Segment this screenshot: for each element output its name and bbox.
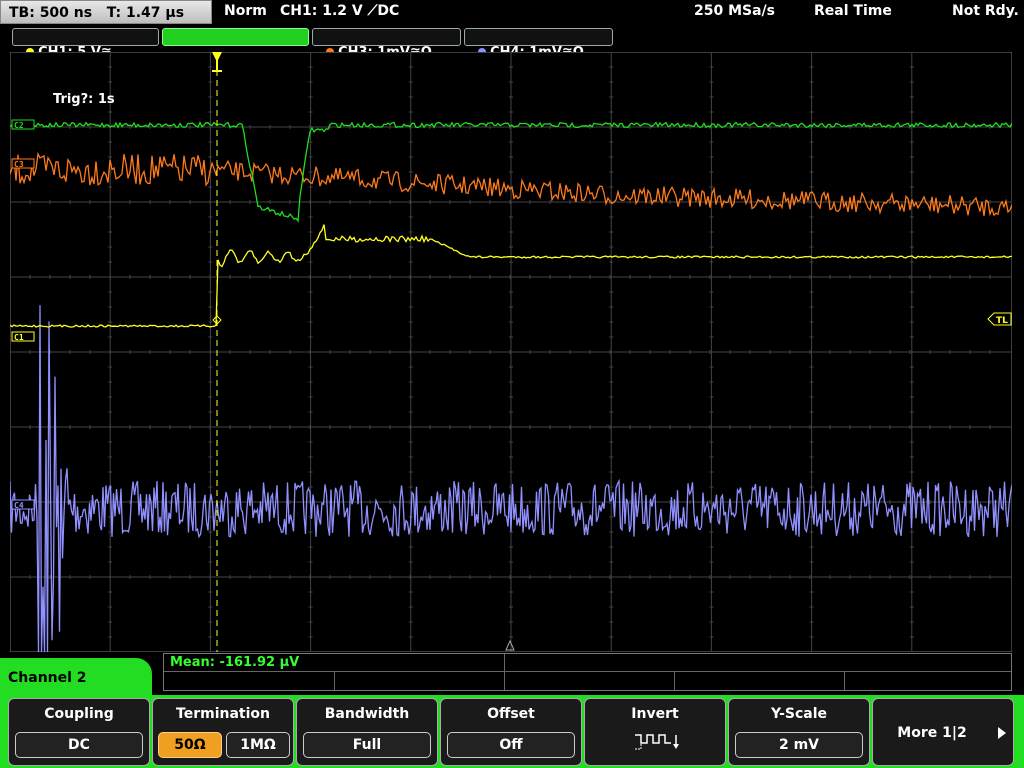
bandwidth-value-button[interactable]: Full <box>303 732 431 758</box>
timebase-box[interactable]: TB: 500 ns T: 1.47 µs <box>0 0 212 24</box>
offset-softkey[interactable]: Offset Off <box>440 698 582 766</box>
measurement-panel: Mean: -161.92 µV <box>163 653 1012 691</box>
sample-rate: 250 MSa/s <box>694 3 776 19</box>
invert-softkey[interactable]: Invert <box>584 698 726 766</box>
status-bar: TB: 500 ns T: 1.47 µs Norm CH1: 1.2 V ⟋D… <box>0 0 1024 26</box>
bandwidth-softkey[interactable]: Bandwidth Full <box>296 698 438 766</box>
yscale-softkey[interactable]: Y-Scale 2 mV <box>728 698 870 766</box>
mean-measurement: Mean: -161.92 µV <box>170 655 300 670</box>
menu-title-channel-2: Channel 2 <box>0 658 152 698</box>
channel-1-marker: C1 <box>11 331 35 342</box>
channel-4-marker: C4 <box>11 499 35 510</box>
trigger-status-text: Trig?: 1s <box>53 92 115 107</box>
tab-channel-3[interactable]: CH3: 1mV≅Ω <box>312 28 461 60</box>
channel-3-marker: C3 <box>11 158 35 169</box>
trigger-time-label: T: 1.47 µs <box>106 5 185 21</box>
tab-channel-4[interactable]: CH4: 1mV≅Ω <box>464 28 613 60</box>
bandwidth-title: Bandwidth <box>324 706 410 722</box>
more-softkey[interactable]: More 1|2 <box>872 698 1014 766</box>
coupling-title: Coupling <box>44 706 114 722</box>
offset-title: Offset <box>487 706 535 722</box>
termination-1mohm-button[interactable]: 1MΩ <box>226 732 290 758</box>
svg-text:C3: C3 <box>14 160 24 169</box>
svg-text:TL: TL <box>996 316 1008 326</box>
svg-text:C4: C4 <box>14 501 24 510</box>
invert-title: Invert <box>631 706 679 722</box>
coupling-value-button[interactable]: DC <box>15 732 143 758</box>
yscale-title: Y-Scale <box>770 706 827 722</box>
invert-waveform-icon <box>635 734 679 750</box>
termination-softkey[interactable]: Termination 50Ω 1MΩ <box>152 698 294 766</box>
svg-text:C1: C1 <box>14 333 24 342</box>
more-label: More 1|2 <box>897 725 967 741</box>
next-page-icon <box>998 727 1006 739</box>
waveform-display[interactable]: Trig?: 1s C2 C3 C1 C4 TL <box>10 52 1012 652</box>
timebase-label: TB: 500 ns <box>9 5 93 21</box>
svg-text:C2: C2 <box>14 121 24 130</box>
channel-2-marker: C2 <box>11 119 35 130</box>
menu-title-label: Channel 2 <box>8 670 87 686</box>
trigger-info[interactable]: CH1: 1.2 V ⟋DC <box>280 3 399 19</box>
termination-title: Termination <box>176 706 270 722</box>
offset-value-button[interactable]: Off <box>447 732 575 758</box>
tab-channel-1[interactable]: CH1: 5 V≅ <box>12 28 159 60</box>
yscale-value-button[interactable]: 2 mV <box>735 732 863 758</box>
trigger-mode[interactable]: Norm <box>224 3 267 19</box>
tab-channel-2[interactable]: CH2: 2 mV≅Ω <box>162 28 309 60</box>
coupling-softkey[interactable]: Coupling DC <box>8 698 150 766</box>
termination-50ohm-button[interactable]: 50Ω <box>158 732 222 758</box>
acquisition-mode: Real Time <box>814 3 892 19</box>
softkey-bar: Coupling DC Termination 50Ω 1MΩ Bandwidt… <box>0 695 1024 768</box>
acquisition-status: Not Rdy. <box>952 3 1019 19</box>
